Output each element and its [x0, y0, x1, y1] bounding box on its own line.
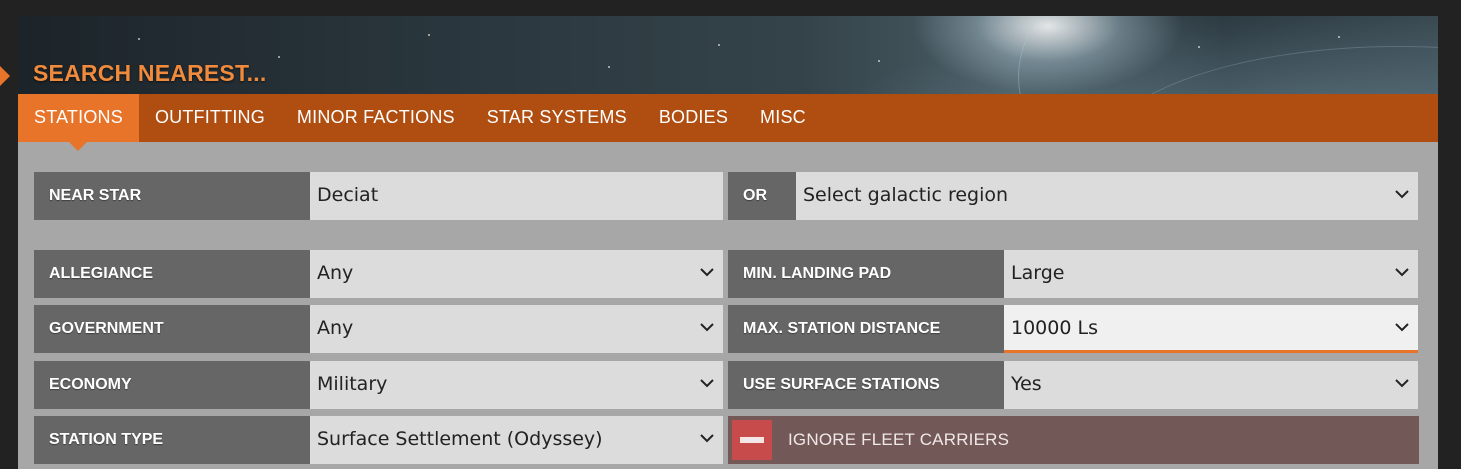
economy-row: ECONOMY Military	[34, 361, 723, 409]
government-row: GOVERNMENT Any	[34, 305, 723, 353]
use-surface-stations-label: USE SURFACE STATIONS	[728, 361, 1004, 409]
allegiance-row: ALLEGIANCE Any	[34, 250, 723, 298]
chevron-down-icon	[699, 264, 715, 280]
station-type-row: STATION TYPE Surface Settlement (Odyssey…	[34, 416, 723, 464]
max-station-distance-value: 10000 Ls	[1011, 317, 1098, 339]
allegiance-select[interactable]: Any	[310, 250, 723, 298]
chevron-down-icon	[1394, 264, 1410, 280]
ignore-fleet-carriers-toggle[interactable]: IGNORE FLEET CARRIERS	[728, 416, 1419, 464]
tab-minor-factions[interactable]: MINOR FACTIONS	[281, 94, 471, 142]
government-value: Any	[317, 317, 354, 339]
economy-value: Military	[317, 373, 388, 395]
ignore-fleet-carriers-label: IGNORE FLEET CARRIERS	[788, 430, 1010, 449]
near-star-input[interactable]: Deciat	[310, 172, 723, 220]
chevron-down-icon	[1394, 186, 1410, 202]
use-surface-stations-value: Yes	[1011, 373, 1042, 395]
near-star-label: NEAR STAR	[34, 172, 310, 220]
allegiance-value: Any	[317, 262, 354, 284]
chevron-down-icon	[1394, 375, 1410, 391]
max-station-distance-label: MAX. STATION DISTANCE	[728, 305, 1004, 353]
min-landing-pad-row: MIN. LANDING PAD Large	[728, 250, 1418, 298]
chevron-down-icon	[699, 375, 715, 391]
max-station-distance-row: MAX. STATION DISTANCE 10000 Ls	[728, 305, 1418, 353]
min-landing-pad-value: Large	[1011, 262, 1065, 284]
galactic-region-value: Select galactic region	[803, 184, 1009, 206]
tab-outfitting[interactable]: OUTFITTING	[139, 94, 281, 142]
tab-misc[interactable]: MISC	[744, 94, 822, 142]
max-station-distance-select[interactable]: 10000 Ls	[1004, 305, 1418, 353]
government-label: GOVERNMENT	[34, 305, 310, 353]
station-type-label: STATION TYPE	[34, 416, 310, 464]
chevron-down-icon	[699, 430, 715, 446]
government-select[interactable]: Any	[310, 305, 723, 353]
or-label: OR	[728, 172, 796, 220]
tab-star-systems[interactable]: STAR SYSTEMS	[471, 94, 643, 142]
page-title: SEARCH NEAREST...	[33, 60, 267, 86]
economy-select[interactable]: Military	[310, 361, 723, 409]
use-surface-stations-row: USE SURFACE STATIONS Yes	[728, 361, 1418, 409]
min-landing-pad-label: MIN. LANDING PAD	[728, 250, 1004, 298]
station-type-select[interactable]: Surface Settlement (Odyssey)	[310, 416, 723, 464]
station-type-value: Surface Settlement (Odyssey)	[317, 428, 603, 450]
region-row: OR Select galactic region	[728, 172, 1418, 220]
tab-bar: STATIONS OUTFITTING MINOR FACTIONS STAR …	[18, 94, 1438, 151]
near-star-row: NEAR STAR Deciat	[34, 172, 723, 220]
minus-toggle-icon[interactable]	[732, 420, 772, 460]
chevron-down-icon	[699, 319, 715, 335]
min-landing-pad-select[interactable]: Large	[1004, 250, 1418, 298]
title-arrow-icon	[0, 66, 10, 86]
allegiance-label: ALLEGIANCE	[34, 250, 310, 298]
galactic-region-select[interactable]: Select galactic region	[796, 172, 1418, 220]
use-surface-stations-select[interactable]: Yes	[1004, 361, 1418, 409]
tab-bodies[interactable]: BODIES	[643, 94, 744, 142]
chevron-down-icon	[1394, 319, 1410, 335]
tab-stations[interactable]: STATIONS	[18, 94, 139, 151]
economy-label: ECONOMY	[34, 361, 310, 409]
